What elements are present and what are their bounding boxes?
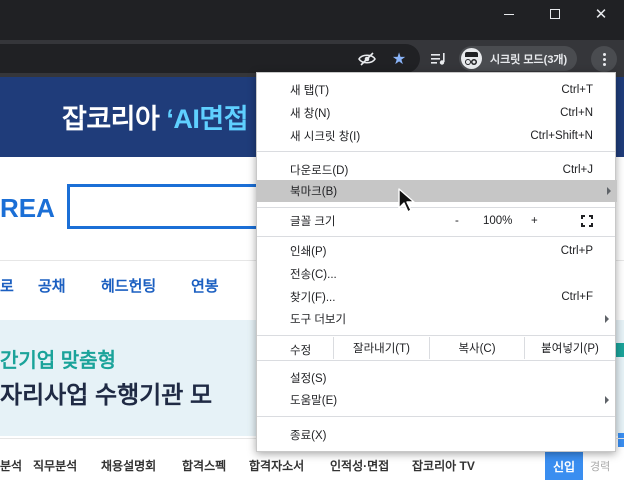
menu-label: 도움말(E) [290,395,338,407]
close-window-button[interactable]: ✕ [578,0,624,28]
menu-separator [257,151,615,152]
menu-item-zoom: 글꼴 크기 - 100% + [257,210,615,232]
subnav-item[interactable]: 잡코리아 TV [412,457,475,474]
menu-shortcut: Ctrl+J [562,164,593,176]
menu-separator [257,335,615,336]
menu-item-more-tools[interactable]: 도구 더보기 [257,308,615,330]
subnav-item[interactable]: 채용설명회 [101,457,156,474]
menu-item-settings[interactable]: 설정(S) [257,367,615,389]
menu-item-downloads[interactable]: 다운로드(D) Ctrl+J [257,159,615,181]
zoom-out-button[interactable]: - [455,215,459,227]
banner-headline: 잡코리아 ‘AI면접 [62,97,249,136]
cut-button[interactable]: 잘라내기(T) [333,337,429,359]
ad-line-2: 자리사업 수행기관 모 [0,382,213,409]
menu-item-edit: 수정 잘라내기(T) 복사(C) 붙여넣기(P) [257,337,615,359]
minimize-button[interactable] [486,0,532,28]
kebab-dot [602,62,606,66]
maximize-button[interactable] [532,0,578,28]
menu-separator [257,236,615,237]
bookmark-star-icon[interactable]: ★ [389,49,409,69]
menu-label: 찾기(F)... [290,292,336,304]
menu-shortcut: Ctrl+P [560,245,593,257]
submenu-arrow-icon [605,315,609,323]
new-grad-tab[interactable]: 신입 [545,452,583,480]
nav-item-public-recruit[interactable]: 공채 [38,275,66,296]
site-search-input[interactable] [67,184,267,229]
subnav-item[interactable]: 직무분석 [33,457,77,474]
menu-label: 인쇄(P) [290,246,327,258]
subnav-item[interactable]: 인적성·면접 [330,457,389,474]
close-icon: ✕ [594,6,608,23]
mouse-cursor-icon [398,188,415,213]
screen: ✕ ★ 시크릿 모드(3개) 잡코리아 ‘AI면접 REA 로 공채 헤드헌팅 … [0,0,624,492]
zoom-in-button[interactable]: + [531,215,538,227]
menu-shortcut: Ctrl+F [561,291,593,303]
kebab-dot [602,52,606,56]
incognito-profile-button[interactable]: 시크릿 모드(3개) [459,46,577,71]
paste-button[interactable]: 붙여넣기(P) [524,337,615,359]
fullscreen-icon[interactable] [581,215,593,227]
menu-label: 새 시크릿 창(I) [290,131,361,143]
banner-text-accent: ‘AI면접 [166,104,249,134]
menu-label: 북마크(B) [290,186,338,198]
menu-separator [257,207,615,208]
menu-shortcut: Ctrl+N [560,107,593,119]
menu-label: 다운로드(D) [290,165,349,177]
menu-label: 새 탭(T) [290,85,330,97]
menu-label: 설정(S) [290,373,327,385]
eye-off-icon [358,52,376,66]
experienced-tab[interactable]: 경력 [590,458,610,474]
nav-item-salary[interactable]: 연봉 [191,275,219,296]
subnav-item[interactable]: 합격스펙 [182,457,226,474]
maximize-icon [550,9,560,19]
menu-item-find[interactable]: 찾기(F)... Ctrl+F [257,286,615,308]
subnav-item[interactable]: 분석 [0,457,22,474]
minimize-icon [504,13,514,15]
menu-label: 글꼴 크기 [290,216,336,228]
menu-item-bookmarks[interactable]: 북마크(B) [257,180,617,202]
incognito-label: 시크릿 모드(3개) [490,53,568,66]
menu-item-print[interactable]: 인쇄(P) Ctrl+P [257,240,615,262]
menu-item-exit[interactable]: 종료(X) [257,424,615,446]
menu-label: 도구 더보기 [290,314,347,326]
chrome-menu-button[interactable] [591,46,617,72]
menu-item-new-window[interactable]: 새 창(N) Ctrl+N [257,102,615,124]
menu-item-cast[interactable]: 전송(C)... [257,263,615,285]
menu-label: 전송(C)... [290,269,337,281]
menu-item-new-tab[interactable]: 새 탭(T) Ctrl+T [257,79,615,101]
ad-line-1: 간기업 맞춤형 [0,350,116,372]
third-party-cookies-blocked-icon[interactable] [357,49,377,69]
nav-item-headhunting[interactable]: 헤드헌팅 [101,275,156,296]
menu-item-new-incognito[interactable]: 새 시크릿 창(I) Ctrl+Shift+N [257,125,615,147]
kebab-dot [602,57,606,61]
title-bar: ✕ [0,0,624,40]
zoom-level: 100% [483,215,513,227]
side-marker [618,433,624,447]
menu-separator [257,416,615,417]
menu-separator [257,360,615,361]
nav-item[interactable]: 로 [0,275,14,296]
incognito-icon [461,48,482,69]
subnav-item[interactable]: 합격자소서 [249,457,304,474]
submenu-arrow-icon [605,396,609,404]
playlist-icon [431,53,445,65]
banner-text-main: 잡코리아 [62,104,167,134]
menu-shortcut: Ctrl+T [561,84,593,96]
site-logo[interactable]: REA [0,193,55,224]
copy-button[interactable]: 복사(C) [429,337,524,359]
media-controls-icon[interactable] [429,49,449,69]
menu-label: 종료(X) [290,430,327,442]
menu-item-help[interactable]: 도움말(E) [257,389,615,411]
menu-label: 수정 [290,345,312,357]
menu-shortcut: Ctrl+Shift+N [530,130,593,142]
chrome-menu: 새 탭(T) Ctrl+T 새 창(N) Ctrl+N 새 시크릿 창(I) Ctrl… [256,72,617,452]
side-marker [616,343,624,357]
submenu-arrow-icon [607,187,611,195]
menu-label: 새 창(N) [290,108,331,120]
